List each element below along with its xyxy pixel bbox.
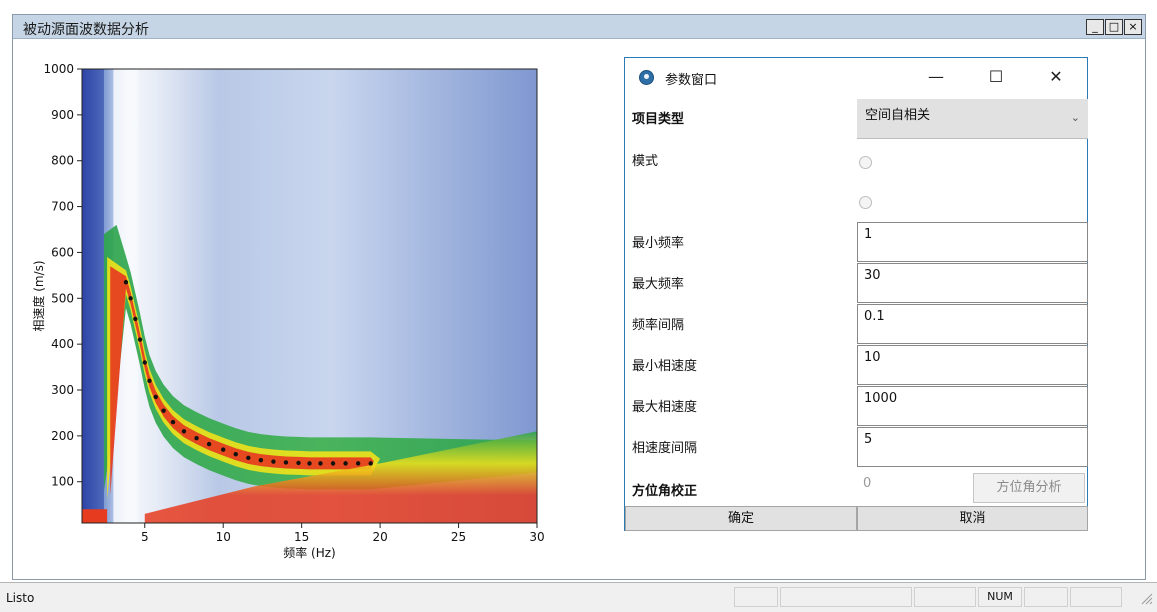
dispersion-pick-point (355, 461, 361, 466)
mode-radio-2[interactable] (859, 196, 872, 209)
frequency-step-input[interactable]: 0.1 (857, 304, 1088, 344)
dispersion-pick-point (181, 429, 187, 434)
azimuth-correction-label: 方位角校正 (632, 484, 698, 499)
dispersion-pick-point (128, 296, 133, 301)
mode-radio-1[interactable] (859, 156, 872, 169)
y-tick-label: 900 (51, 108, 74, 122)
y-tick-label: 200 (51, 429, 74, 443)
max-frequency-input[interactable]: 30 (857, 263, 1088, 303)
x-tick-label: 20 (372, 530, 387, 544)
project-type-label: 项目类型 (632, 112, 685, 127)
dispersion-pick-point (161, 408, 166, 413)
resize-grip-icon[interactable] (1139, 591, 1153, 605)
velocity-step-label: 相速度间隔 (632, 441, 698, 456)
status-pane-6 (1070, 587, 1122, 607)
dispersion-pick-point (133, 316, 138, 322)
dispersion-pick-point (142, 360, 147, 365)
dispersion-pick-point (296, 460, 301, 466)
dispersion-pick-point (221, 447, 226, 452)
dispersion-plot-svg: 100 200 300 400 500 600 700 800 900 1000 5 10 15 20 25… (31, 62, 545, 560)
max-velocity-input[interactable]: 1000 (857, 386, 1088, 426)
y-tick-label: 400 (51, 337, 74, 351)
dispersion-pick-point (318, 461, 323, 466)
x-tick-label: 5 (141, 530, 149, 544)
dispersion-pick-point (246, 455, 251, 461)
y-tick-label: 800 (51, 154, 74, 168)
status-bar: Listo NUM (0, 582, 1157, 612)
ok-button[interactable]: 确定 (625, 506, 857, 531)
num-lock-indicator: NUM (978, 587, 1022, 607)
status-pane-5 (1024, 587, 1068, 607)
dialog-title: 参数窗口 (665, 73, 718, 88)
minimize-button[interactable]: _ (1086, 19, 1104, 35)
restore-button[interactable]: □ (1105, 19, 1123, 35)
dialog-title-bar: 参数窗口 — ☐ ✕ (625, 58, 1087, 96)
dispersion-pick-point (283, 460, 289, 465)
dispersion-pick-point (170, 419, 176, 425)
y-tick-label: 600 (51, 245, 74, 259)
dispersion-pick-point (343, 461, 348, 466)
status-pane-3 (914, 587, 976, 607)
parameter-dialog: 参数窗口 — ☐ ✕ 项目类型 空间自相关 ⌄ 模式 最小频率 1 最大频率 3… (624, 57, 1088, 531)
project-type-value: 空间自相关 (865, 108, 931, 123)
window-title: 被动源面波数据分析 (23, 22, 149, 38)
y-tick-label: 700 (51, 200, 74, 214)
chevron-down-icon: ⌄ (1070, 111, 1080, 124)
y-axis-label: 相速度 (m/s) (31, 260, 46, 331)
dispersion-pick-point (271, 459, 276, 464)
y-tick-label: 1000 (43, 62, 74, 76)
dispersion-pick-point (368, 461, 373, 466)
status-text: Listo (6, 591, 35, 605)
min-frequency-label: 最小频率 (632, 236, 685, 251)
min-velocity-input[interactable]: 10 (857, 345, 1088, 385)
dispersion-pick-point (258, 457, 264, 463)
y-tick-label: 500 (51, 291, 74, 305)
y-tick-label: 100 (51, 475, 74, 489)
max-frequency-label: 最大频率 (632, 277, 685, 292)
dispersion-pick-point (147, 378, 152, 384)
project-type-select[interactable]: 空间自相关 ⌄ (857, 99, 1088, 139)
azimuth-correction-input[interactable]: 0 (857, 472, 973, 504)
app-root: 被动源面波数据分析 _ □ × 100 200 300 400 500 600 … (0, 0, 1157, 612)
x-axis-label: 频率 (Hz) (283, 545, 336, 560)
dispersion-pick-point (206, 441, 212, 447)
velocity-step-input[interactable]: 5 (857, 427, 1088, 467)
y-tick-label: 300 (51, 383, 74, 397)
x-tick-label: 25 (451, 530, 466, 544)
dialog-close-icon[interactable]: ✕ (1041, 66, 1071, 88)
title-bar: 被动源面波数据分析 _ □ × (13, 15, 1145, 39)
frequency-step-label: 频率间隔 (632, 318, 685, 333)
x-tick-label: 15 (294, 530, 309, 544)
dispersion-plot: 100 200 300 400 500 600 700 800 900 1000 5 10 15 20 25… (30, 52, 550, 572)
status-pane-1 (734, 587, 778, 607)
dispersion-pick-point (307, 461, 312, 466)
dialog-minimize-icon[interactable]: — (921, 66, 951, 88)
min-velocity-label: 最小相速度 (632, 359, 698, 374)
max-velocity-label: 最大相速度 (632, 400, 698, 415)
x-tick-label: 30 (529, 530, 544, 544)
dispersion-pick-point (137, 337, 143, 342)
dispersion-pick-point (194, 435, 199, 441)
cancel-button[interactable]: 取消 (857, 506, 1088, 531)
dialog-maximize-icon[interactable]: ☐ (981, 66, 1011, 88)
dispersion-pick-point (330, 461, 336, 466)
dispersion-pick-point (123, 280, 129, 285)
app-icon (639, 70, 654, 85)
min-frequency-input[interactable]: 1 (857, 222, 1088, 262)
x-tick-label: 10 (216, 530, 231, 544)
dispersion-pick-point (233, 452, 238, 457)
close-button[interactable]: × (1124, 19, 1142, 35)
mode-label: 模式 (632, 154, 659, 169)
status-pane-2 (780, 587, 912, 607)
heatmap-corner-red (82, 509, 108, 523)
heatmap-left-edge (82, 69, 104, 523)
dispersion-pick-point (153, 394, 158, 400)
azimuth-analysis-button[interactable]: 方位角分析 (973, 473, 1085, 503)
